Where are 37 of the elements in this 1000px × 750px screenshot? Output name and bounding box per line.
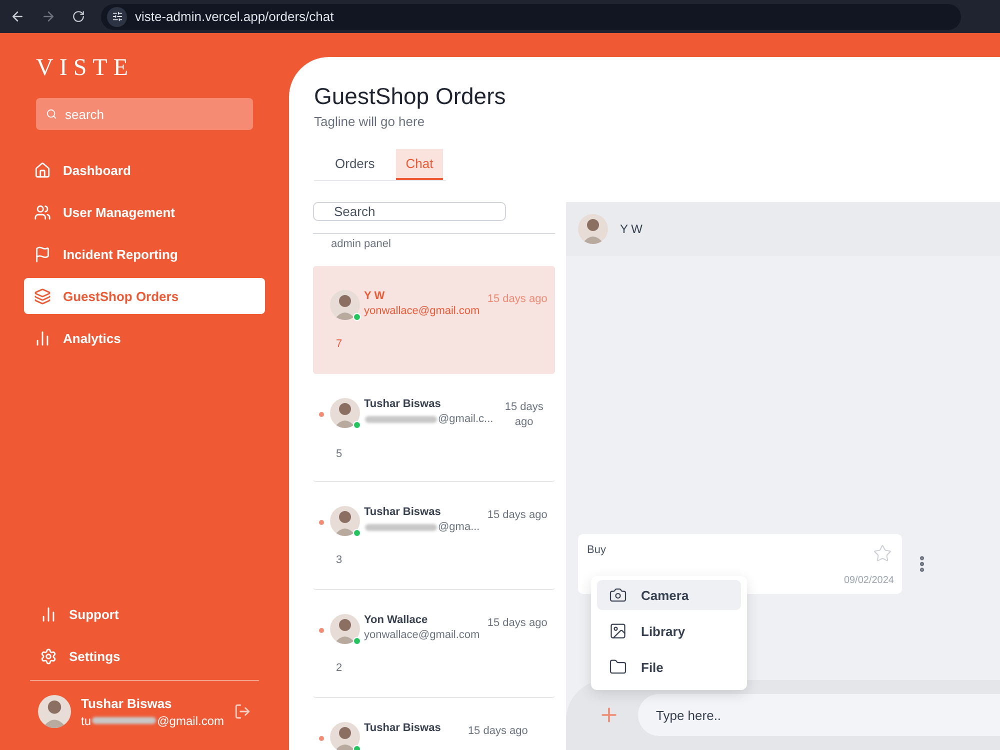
contact-name: Y W	[364, 290, 386, 302]
message-count: 5	[336, 448, 344, 460]
message-count: 7	[336, 338, 344, 350]
contact-email: @gma...	[364, 521, 480, 533]
page-title: GuestShop Orders	[314, 83, 507, 110]
contact-email: @gmail.c...	[364, 413, 494, 425]
logo: VISTE	[35, 55, 135, 82]
menu-item[interactable]: File	[597, 652, 741, 682]
menu-item[interactable]: Library	[597, 616, 741, 646]
time-ago: 15 days ago	[487, 616, 548, 631]
message-preview: admin panel	[330, 237, 392, 250]
search-field[interactable]: search	[36, 98, 253, 130]
tagline: Tagline will go here	[314, 114, 426, 129]
time-ago: 15 days ago	[504, 400, 544, 430]
message-count: 2	[336, 662, 344, 674]
menu-item[interactable]: Camera	[597, 580, 741, 610]
search-field[interactable]: Search	[313, 202, 506, 221]
message-count: 3	[336, 554, 344, 566]
contact-name: Tushar Biswas	[364, 506, 442, 518]
user-name: Tushar Biswas	[81, 696, 173, 710]
contact-name: Tushar Biswas	[364, 398, 442, 410]
time-ago: 15 days ago	[468, 724, 528, 739]
contact-email: yonwallace@gmail.com	[364, 629, 480, 641]
address-bar[interactable]: viste-admin.vercel.app/orders/chat	[101, 4, 961, 30]
contact-name: Yon Wallace	[364, 614, 429, 626]
time-ago: 15 days ago	[487, 508, 548, 523]
time-ago: 15 days ago	[487, 292, 548, 307]
url-text: viste-admin.vercel.app/orders/chat	[135, 9, 334, 24]
contact-name: Y W	[620, 222, 642, 236]
contact-name: Tushar Biswas	[364, 722, 441, 734]
message-date: 09/02/2024	[844, 575, 894, 586]
user-email: tu @gmail.com	[81, 714, 224, 728]
tab[interactable]: Orders	[314, 149, 396, 180]
message-text: Buy	[587, 544, 606, 556]
message-field[interactable]: Type here..	[638, 694, 1000, 736]
search-input[interactable]: search	[63, 106, 243, 122]
contact-email: yonwallace@gmail.com	[364, 305, 480, 317]
